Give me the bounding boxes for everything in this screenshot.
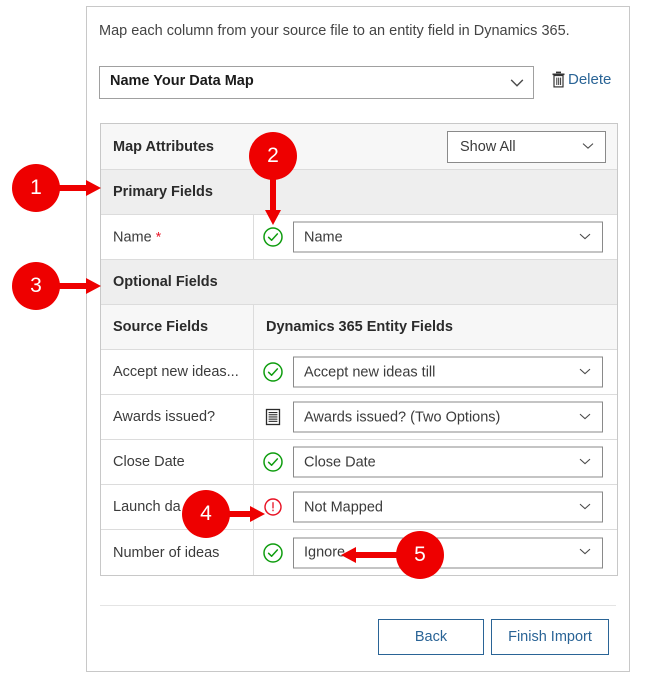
source-field-label: Launch da: [113, 499, 181, 515]
target-field-select[interactable]: Not Mapped: [293, 491, 603, 523]
target-field-value: Awards issued? (Two Options): [304, 409, 501, 425]
chevron-down-icon: [579, 545, 591, 557]
column-divider: [253, 215, 254, 259]
check-circle-icon: [262, 451, 284, 473]
column-divider: [253, 440, 254, 484]
back-button[interactable]: Back: [378, 619, 484, 655]
table-row[interactable]: Accept new ideas... Accept new ideas til…: [101, 350, 617, 395]
target-field-select[interactable]: Close Date: [293, 446, 603, 478]
group-header-label: Primary Fields: [113, 184, 213, 200]
field-mapping-table: Map Attributes Show All Primary Fields N…: [100, 123, 618, 576]
finish-import-button[interactable]: Finish Import: [491, 619, 609, 655]
delete-data-map-button[interactable]: Delete: [551, 71, 611, 88]
chevron-down-icon: [510, 75, 524, 87]
check-circle-icon: [262, 226, 284, 248]
target-field-value: Accept new ideas till: [304, 364, 436, 380]
group-header-label: Optional Fields: [113, 274, 218, 290]
annotation-arrow-3: [56, 277, 102, 295]
source-field-label: Accept new ideas...: [113, 364, 239, 380]
data-map-name-select[interactable]: Name Your Data Map: [99, 66, 534, 99]
annotation-arrow-1: [56, 179, 102, 197]
chevron-down-icon: [579, 230, 591, 242]
trash-icon: [551, 71, 566, 88]
required-marker: *: [155, 228, 162, 245]
data-map-name-row: Name Your Data Map Delete: [99, 66, 619, 100]
data-map-name-value: Name Your Data Map: [110, 73, 254, 89]
list-options-icon[interactable]: [262, 406, 284, 428]
annotation-badge-3: 3: [12, 262, 60, 310]
target-field-select[interactable]: Awards issued? (Two Options): [293, 401, 603, 433]
annotation-badge-2: 2: [249, 132, 297, 180]
annotation-badge-5: 5: [396, 531, 444, 579]
chevron-down-icon: [579, 500, 591, 512]
check-circle-icon: [262, 542, 284, 564]
annotation-arrow-5: [340, 546, 400, 564]
chevron-down-icon: [579, 410, 591, 422]
table-column-headers: Source Fields Dynamics 365 Entity Fields: [101, 305, 617, 350]
footer-divider: [100, 605, 616, 606]
target-field-value: Ignore: [304, 544, 346, 561]
source-field-label: Name *: [113, 229, 161, 246]
instruction-text: Map each column from your source file to…: [99, 23, 570, 39]
check-circle-icon: [262, 361, 284, 383]
delete-label: Delete: [568, 71, 612, 88]
table-row[interactable]: Awards issued? Awards issued? (Two Optio…: [101, 395, 617, 440]
column-header-source: Source Fields: [113, 319, 209, 335]
attribute-filter-value: Show All: [460, 138, 516, 155]
source-field-label: Number of ideas: [113, 544, 220, 561]
target-field-value: Name: [304, 229, 343, 245]
annotation-arrow-2: [264, 176, 282, 226]
target-field-select[interactable]: Name: [293, 221, 603, 253]
annotation-badge-1: 1: [12, 164, 60, 212]
footer-actions: Back Finish Import: [87, 605, 629, 665]
annotation-arrow-4: [224, 505, 266, 523]
table-row[interactable]: Name * Name: [101, 215, 617, 260]
map-attributes-title: Map Attributes: [113, 138, 214, 155]
table-row[interactable]: Close Date Close Date: [101, 440, 617, 485]
chevron-down-icon: [579, 365, 591, 377]
attribute-filter-select[interactable]: Show All: [447, 130, 606, 163]
target-field-value: Close Date: [304, 454, 376, 470]
column-divider: [253, 305, 254, 349]
source-field-name: Name: [113, 229, 152, 246]
annotation-badge-4: 4: [182, 490, 230, 538]
source-field-label: Close Date: [113, 454, 185, 470]
group-header-optional-fields: Optional Fields: [101, 260, 617, 305]
group-header-primary-fields: Primary Fields: [101, 170, 617, 215]
chevron-down-icon: [579, 455, 591, 467]
source-field-label: Awards issued?: [113, 409, 216, 425]
table-row[interactable]: Launch da Not Mapped: [101, 485, 617, 530]
column-divider: [253, 530, 254, 575]
target-field-select[interactable]: Accept new ideas till: [293, 356, 603, 388]
column-divider: [253, 350, 254, 394]
column-header-target: Dynamics 365 Entity Fields: [266, 319, 453, 335]
data-map-panel: Map each column from your source file to…: [86, 6, 630, 672]
target-field-value: Not Mapped: [304, 499, 383, 515]
column-divider: [253, 395, 254, 439]
chevron-down-icon: [582, 139, 594, 151]
map-attributes-toolbar-row: Map Attributes Show All: [101, 124, 617, 170]
